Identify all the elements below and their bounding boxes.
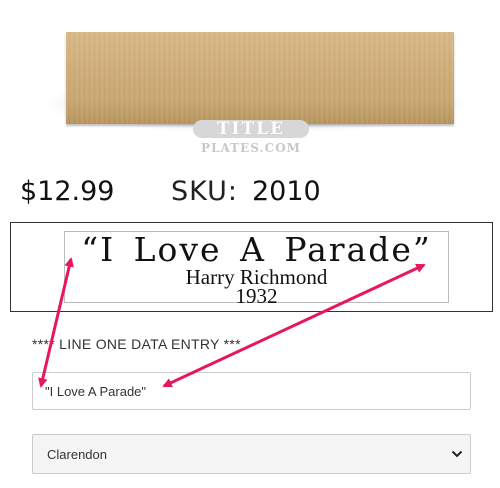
product-image xyxy=(40,22,470,134)
line-one-input[interactable] xyxy=(32,372,471,410)
line-one-label: **** LINE ONE DATA ENTRY *** xyxy=(32,336,241,352)
product-price: $12.99 xyxy=(20,176,115,207)
logo-subtitle: PLATES.COM xyxy=(201,141,301,155)
font-select-value: Clarendon xyxy=(47,447,107,462)
chevron-down-icon xyxy=(451,450,463,458)
preview-line-1: “I Love A Parade” xyxy=(81,230,432,269)
wood-plate xyxy=(66,32,454,124)
sku-label: SKU: xyxy=(171,176,238,207)
logo-title: TITLE xyxy=(216,119,286,139)
preview-line-3: 1932 xyxy=(235,284,278,308)
plate-grain xyxy=(66,32,454,124)
sku-value: 2010 xyxy=(252,176,321,207)
font-select[interactable]: Clarendon xyxy=(32,434,471,474)
titleplates-logo: TITLE PLATES.COM xyxy=(191,118,311,160)
plate-preview: “I Love A Parade” Harry Richmond 1932 xyxy=(64,230,449,308)
plate-preview-frame: “I Love A Parade” Harry Richmond 1932 xyxy=(10,222,493,312)
